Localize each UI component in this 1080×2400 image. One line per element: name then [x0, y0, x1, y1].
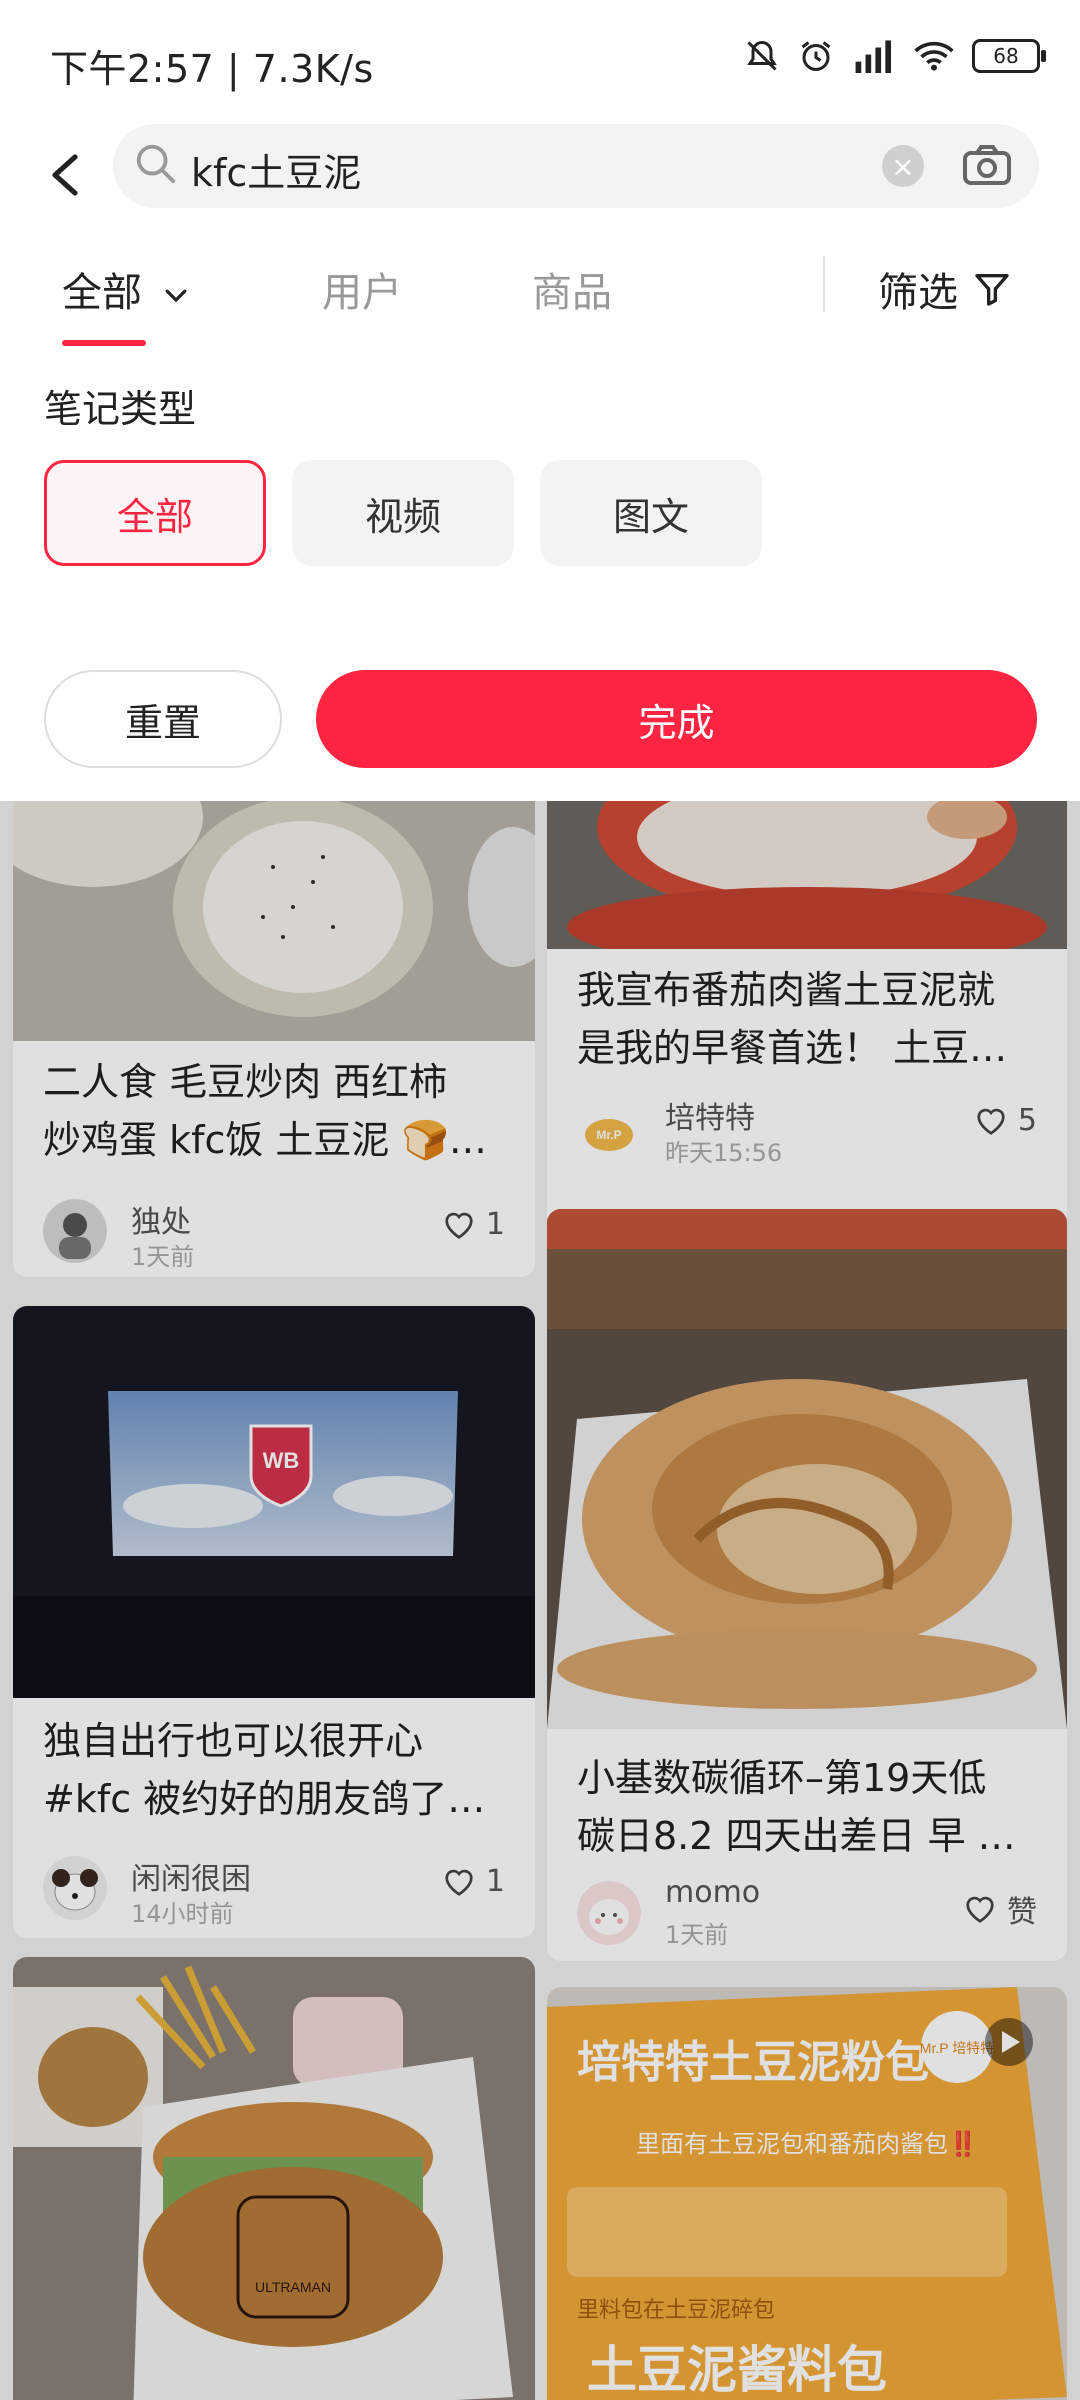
- note-card[interactable]: 我宣布番茄肉酱土豆泥就 是我的早餐首选！ 土豆… Mr.P 培特特 昨天15:56…: [547, 801, 1067, 1265]
- wifi-icon: [914, 41, 954, 71]
- status-bar: 下午2:57 | 7.3K/s 68: [0, 0, 1080, 120]
- tab-divider: [823, 256, 825, 312]
- heart-icon: [966, 1896, 994, 1923]
- avatar: [43, 1856, 107, 1920]
- like-button[interactable]: 1: [442, 1864, 505, 1899]
- like-button[interactable]: 1: [442, 1207, 505, 1242]
- note-card[interactable]: WB 独自出行也可以很开心 #kfc 被约好的朋友鸽了… 闲闲很困 14小时前 1: [13, 1306, 535, 1938]
- heart-icon: [977, 1108, 1005, 1135]
- note-title: 独自出行也可以很开心 #kfc 被约好的朋友鸽了…: [43, 1719, 486, 1821]
- svg-text:里面有土豆泥包和番茄肉酱包‼️: 里面有土豆泥包和番茄肉酱包‼️: [636, 2130, 978, 2158]
- search-header: kfc土豆泥 ×: [0, 120, 1080, 230]
- note-card[interactable]: ULTRAMAN: [13, 1957, 535, 2400]
- svg-text:ULTRAMAN: ULTRAMAN: [255, 2279, 331, 2295]
- back-arrow-icon: [52, 154, 78, 196]
- reset-button[interactable]: 重置: [44, 670, 282, 768]
- clear-icon[interactable]: ×: [882, 145, 924, 187]
- filter-icon: [975, 274, 1009, 306]
- post-time: 昨天15:56: [665, 1139, 783, 1167]
- svg-text:培特特土豆泥粉包: 培特特土豆泥粉包: [577, 2038, 929, 2087]
- note-card[interactable]: 培特特土豆泥粉包 里面有土豆泥包和番茄肉酱包‼️ 里料包在土豆泥碎包 土豆泥酱料…: [547, 1987, 1067, 2400]
- tab-all-label: 全部: [62, 270, 142, 316]
- svg-text:Mr.P 培特特: Mr.P 培特特: [920, 2040, 994, 2056]
- author-name: 独处: [131, 1205, 191, 1240]
- svg-text:Mr.P: Mr.P: [596, 1128, 621, 1142]
- camera-icon[interactable]: [961, 140, 1013, 190]
- svg-text:土豆泥酱料包: 土豆泥酱料包: [587, 2342, 887, 2398]
- like-button[interactable]: 赞: [963, 1887, 1037, 1931]
- mute-icon: [747, 40, 777, 71]
- note-image: ULTRAMAN: [13, 1957, 535, 2400]
- svg-text:WB: WB: [263, 1448, 300, 1473]
- note-image: [547, 1209, 1067, 1729]
- post-time: 1天前: [665, 1921, 729, 1949]
- note-title: 我宣布番茄肉酱土豆泥就 是我的早餐首选！ 土豆…: [577, 968, 1008, 1070]
- author-name: 培特特: [665, 1101, 755, 1136]
- like-count: 赞: [1007, 1895, 1037, 1930]
- back-button[interactable]: [30, 140, 100, 210]
- chip-video[interactable]: 视频: [292, 460, 514, 566]
- search-query[interactable]: kfc土豆泥: [191, 142, 361, 197]
- battery-icon: 68: [972, 39, 1046, 73]
- avatar: Mr.P: [577, 1101, 641, 1165]
- signal-icon: [855, 40, 891, 73]
- note-image: [547, 801, 1067, 949]
- tab-users[interactable]: 用户: [322, 260, 402, 318]
- chevron-down-icon: [165, 289, 187, 303]
- status-time: 下午2:57 | 7.3K/s: [50, 47, 374, 91]
- post-time: 1天前: [131, 1243, 195, 1271]
- heart-icon: [445, 1212, 473, 1239]
- note-image: 培特特土豆泥粉包 里面有土豆泥包和番茄肉酱包‼️ 里料包在土豆泥碎包 土豆泥酱料…: [547, 1987, 1067, 2400]
- note-card[interactable]: 二人食 毛豆炒肉 西红柿 炒鸡蛋 kfc饭 土豆泥 🍞… 独处 1天前 1: [13, 801, 535, 1277]
- search-tabs: 全部 用户 商品 筛选: [0, 230, 1080, 350]
- like-count: 1: [485, 1864, 505, 1899]
- status-icons: 68: [744, 38, 1046, 74]
- post-time: 14小时前: [131, 1900, 234, 1928]
- note-type-title: 笔记类型: [44, 387, 197, 431]
- like-count: 5: [1017, 1103, 1037, 1138]
- done-button[interactable]: 完成: [316, 670, 1037, 768]
- tab-all[interactable]: 全部: [62, 260, 191, 318]
- note-card[interactable]: 小基数碳循环–第19天低 碳日8.2 四天出差日 早 … momo 1天前 赞: [547, 1209, 1067, 1961]
- tab-active-indicator: [62, 340, 146, 346]
- note-image: WB: [13, 1306, 535, 1698]
- tab-products[interactable]: 商品: [532, 260, 612, 318]
- filter-panel: 笔记类型 全部 视频 图文 重置 完成: [0, 348, 1080, 801]
- filter-button[interactable]: 筛选: [878, 260, 1012, 318]
- avatar: [577, 1881, 641, 1945]
- author-name: 闲闲很困: [131, 1862, 251, 1897]
- note-title: 二人食 毛豆炒肉 西红柿 炒鸡蛋 kfc饭 土豆泥 🍞…: [43, 1060, 487, 1162]
- chip-all[interactable]: 全部: [44, 460, 266, 566]
- alarm-icon: [801, 41, 831, 71]
- avatar: [43, 1199, 107, 1263]
- svg-text:里料包在土豆泥碎包: 里料包在土豆泥碎包: [577, 2297, 775, 2322]
- heart-icon: [445, 1869, 473, 1896]
- note-title: 小基数碳循环–第19天低 碳日8.2 四天出差日 早 …: [577, 1756, 1016, 1858]
- search-icon: [136, 144, 176, 184]
- author-name: momo: [665, 1875, 761, 1910]
- like-button[interactable]: 5: [974, 1103, 1037, 1138]
- like-count: 1: [485, 1207, 505, 1242]
- note-image: [13, 801, 535, 1041]
- chip-image-text[interactable]: 图文: [540, 460, 762, 566]
- results-feed: 二人食 毛豆炒肉 西红柿 炒鸡蛋 kfc饭 土豆泥 🍞… 独处 1天前 1 WB …: [0, 801, 1080, 2400]
- filter-label: 筛选: [878, 270, 958, 316]
- search-input[interactable]: kfc土豆泥 ×: [113, 124, 1039, 208]
